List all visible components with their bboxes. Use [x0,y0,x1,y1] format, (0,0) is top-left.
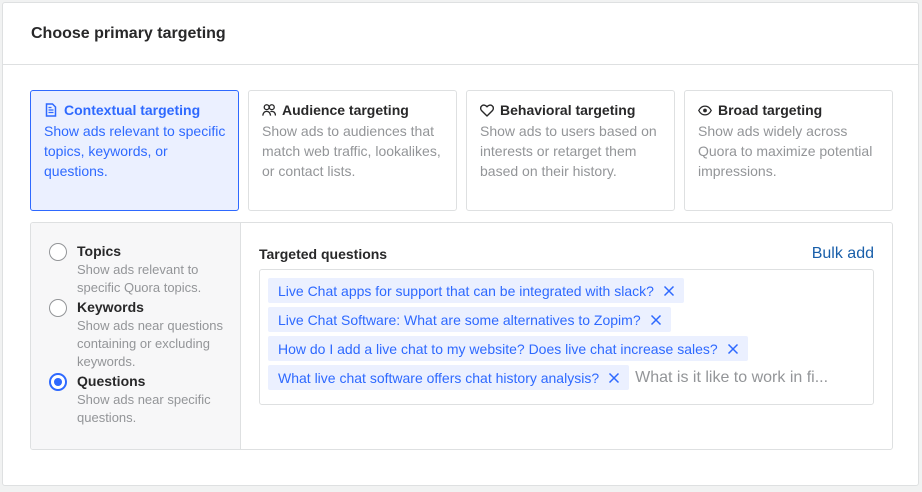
targeting-cards: Contextual targeting Show ads relevant t… [30,90,893,211]
card-title: Broad targeting [718,102,823,118]
card-behavioral-targeting[interactable]: Behavioral targeting Show ads to users b… [466,90,675,211]
targeting-panel: Choose primary targeting Contextual targ… [2,2,919,486]
question-search-input[interactable] [635,368,848,387]
tag-label: How do I add a live chat to my website? … [278,340,718,357]
card-title: Audience targeting [282,102,409,118]
option-label: Keywords [77,299,144,315]
close-icon[interactable] [662,284,676,298]
option-description: Show ads near questions containing or ex… [77,318,223,369]
card-description: Show ads to users based on interests or … [480,123,657,179]
option-questions[interactable]: Questions Show ads near specific questio… [49,371,240,427]
tag-label: Live Chat apps for support that can be i… [278,282,654,299]
card-description: Show ads widely across Quora to maximize… [698,123,873,179]
bulk-add-link[interactable]: Bulk add [812,245,874,263]
panel-title: Choose primary targeting [31,24,226,42]
card-broad-targeting[interactable]: Broad targeting Show ads widely across Q… [684,90,893,211]
tag-label: Live Chat Software: What are some altern… [278,311,641,328]
option-topics[interactable]: Topics Show ads relevant to specific Quo… [49,241,240,297]
radio-keywords[interactable] [49,299,67,317]
card-description: Show ads relevant to specific topics, ke… [44,123,226,179]
targeting-type-options: Topics Show ads relevant to specific Quo… [31,223,241,449]
heart-icon [480,103,494,117]
people-icon [262,103,276,117]
close-icon[interactable] [649,313,663,327]
question-tags-input[interactable]: Live Chat apps for support that can be i… [259,269,874,405]
option-label: Topics [77,243,122,259]
radio-topics[interactable] [49,243,67,261]
close-icon[interactable] [607,371,621,385]
card-audience-targeting[interactable]: Audience targeting Show ads to audiences… [248,90,457,211]
section-title: Targeted questions [259,246,388,262]
card-title: Contextual targeting [64,102,201,118]
panel-header: Choose primary targeting [3,3,918,65]
document-icon [44,103,58,117]
question-tag: Live Chat apps for support that can be i… [268,278,684,303]
option-label: Questions [77,373,146,389]
eye-icon [698,103,712,117]
question-tag: Live Chat Software: What are some altern… [268,307,671,332]
targeted-questions-section: Targeted questions Bulk add Live Chat ap… [241,223,892,449]
close-icon[interactable] [726,342,740,356]
targeting-detail: Topics Show ads relevant to specific Quo… [30,222,893,450]
option-keywords[interactable]: Keywords Show ads near questions contain… [49,297,240,371]
question-tag: How do I add a live chat to my website? … [268,336,748,361]
question-tag: What live chat software offers chat hist… [268,365,630,390]
option-description: Show ads near specific questions. [77,392,211,425]
tag-label: What live chat software offers chat hist… [278,369,600,386]
card-contextual-targeting[interactable]: Contextual targeting Show ads relevant t… [30,90,239,211]
card-description: Show ads to audiences that match web tra… [262,123,441,179]
card-title: Behavioral targeting [500,102,636,118]
radio-questions[interactable] [49,373,67,391]
option-description: Show ads relevant to specific Quora topi… [77,262,202,295]
